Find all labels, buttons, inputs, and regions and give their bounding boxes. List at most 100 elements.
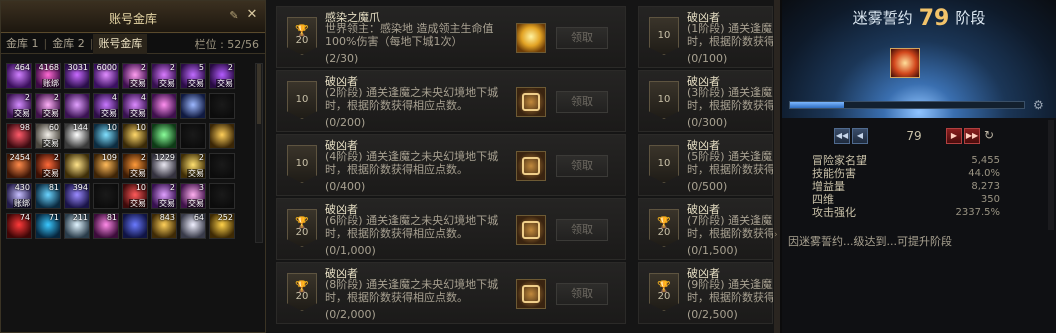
warehouse-item-slot[interactable] — [151, 123, 177, 149]
warehouse-item-slot[interactable] — [93, 183, 119, 209]
claim-button[interactable]: 领取 — [556, 219, 608, 241]
achievement-reward-icon[interactable] — [516, 151, 546, 181]
warehouse-item-slot[interactable]: 2454 — [6, 153, 32, 179]
warehouse-item-slot[interactable] — [209, 183, 235, 209]
achievement-points: 10 — [657, 158, 671, 169]
warehouse-item-slot[interactable]: 98 — [6, 123, 32, 149]
item-trade-tag: 交易 — [158, 79, 176, 88]
warehouse-item-slot[interactable] — [209, 123, 235, 149]
warehouse-item-slot[interactable]: 211 — [64, 213, 90, 239]
warehouse-item-slot[interactable]: 81 — [35, 183, 61, 209]
emblem-icon — [522, 221, 540, 239]
warehouse-item-slot[interactable]: 2 交易 — [35, 153, 61, 179]
achievement-row: 10 破凶者 (2阶段) 通关逢魔之未央幻境地下城时，根据阶数获得相应点数。 (0/2… — [276, 70, 626, 132]
item-count: 464 — [14, 63, 30, 72]
warehouse-item-slot[interactable]: 10 交易 — [122, 183, 148, 209]
warehouse-item-slot[interactable]: 144 — [64, 123, 90, 149]
tab-warehouse-2[interactable]: 金库 2 — [47, 34, 90, 54]
warehouse-item-slot[interactable]: 10 — [122, 123, 148, 149]
warehouse-item-slot[interactable]: 2 交易 — [122, 63, 148, 89]
achievement-reward-icon[interactable] — [516, 87, 546, 117]
item-count: 843 — [159, 213, 175, 222]
warehouse-item-slot[interactable]: 1229 — [151, 153, 177, 179]
warehouse-item-slot[interactable] — [180, 123, 206, 149]
warehouse-item-slot[interactable]: 4 交易 — [93, 93, 119, 119]
achievement-description: (9阶段) 通关逢魔之未央幻境地下城时，根据阶数获得相应点数。 — [687, 278, 773, 304]
claim-button[interactable]: 领取 — [556, 283, 608, 305]
warehouse-item-slot[interactable]: 464 — [6, 63, 32, 89]
warehouse-item-slot[interactable]: 2 交易 — [151, 183, 177, 209]
emblem-icon — [522, 157, 540, 175]
item-trade-tag: 账绑 — [42, 79, 60, 88]
achievement-reward-icon[interactable] — [516, 279, 546, 309]
item-count: 71 — [48, 213, 59, 222]
scrollbar-thumb[interactable] — [257, 64, 261, 124]
chevron-right-icon[interactable]: › — [774, 230, 780, 244]
warehouse-item-slot[interactable]: 71 — [35, 213, 61, 239]
slot-count: 栏位 : 52/56 — [194, 37, 259, 51]
warehouse-item-slot[interactable]: 430 账绑 — [6, 183, 32, 209]
warehouse-titlebar[interactable]: 账号金库 ✎ ✕ — [1, 1, 265, 33]
achievement-reward-icon[interactable] — [516, 215, 546, 245]
warehouse-item-slot[interactable] — [209, 93, 235, 119]
pact-title-prefix: 迷雾誓约 — [852, 9, 913, 27]
warehouse-item-slot[interactable]: 74 — [6, 213, 32, 239]
pact-stage-icon[interactable] — [890, 48, 920, 78]
tab-account-warehouse[interactable]: 账号金库 — [93, 33, 148, 54]
warehouse-scrollbar[interactable] — [255, 63, 263, 243]
next-stage-button[interactable]: ▶ — [946, 128, 962, 144]
prev-stage-button[interactable]: ◀ — [852, 128, 868, 144]
achievement-reward-icon[interactable] — [516, 23, 546, 53]
warehouse-item-slot[interactable] — [64, 93, 90, 119]
warehouse-item-slot[interactable] — [180, 93, 206, 119]
refresh-icon[interactable]: ↻ — [984, 128, 998, 142]
pin-icon[interactable]: ✎ — [227, 9, 241, 23]
camera-icon[interactable]: ⚙ — [1033, 98, 1049, 112]
tab-warehouse-1[interactable]: 金库 1 — [1, 34, 44, 54]
warehouse-item-slot[interactable] — [122, 213, 148, 239]
warehouse-item-slot[interactable] — [209, 153, 235, 179]
warehouse-item-slot[interactable]: 64 — [180, 213, 206, 239]
warehouse-item-slot[interactable]: 10 — [93, 123, 119, 149]
claim-button[interactable]: 领取 — [556, 27, 608, 49]
achievement-points: 10 — [657, 94, 671, 105]
warehouse-item-slot[interactable]: 4168 账绑 — [35, 63, 61, 89]
close-icon[interactable]: ✕ — [245, 8, 259, 22]
warehouse-item-slot[interactable]: 843 — [151, 213, 177, 239]
achievement-list-panel: 🏆 20 感染之魔爪 世界领主：感染地 造成领主生命值100%伤害（每地下城1次） (2… — [266, 0, 780, 333]
warehouse-item-slot[interactable]: 2 交易 — [209, 63, 235, 89]
warehouse-item-slot[interactable]: 2 交易 — [151, 63, 177, 89]
warehouse-item-slot[interactable]: 2 交易 — [35, 93, 61, 119]
warehouse-item-slot[interactable]: 60 交易 — [35, 123, 61, 149]
warehouse-item-slot[interactable]: 6000 — [93, 63, 119, 89]
warehouse-item-slot[interactable]: 2 交易 — [180, 153, 206, 179]
claim-button[interactable]: 领取 — [556, 91, 608, 113]
item-count: 2 — [169, 63, 175, 72]
warehouse-item-slot[interactable]: 81 — [93, 213, 119, 239]
first-stage-button[interactable]: ◀◀ — [834, 128, 850, 144]
pact-progress-fill — [790, 102, 844, 108]
item-count: 252 — [217, 213, 233, 222]
claim-button[interactable]: 领取 — [556, 155, 608, 177]
warehouse-item-slot[interactable] — [151, 93, 177, 119]
achievement-description: (1阶段) 通关逢魔之未央幻境地下城时，根据阶数获得相应点数。 — [687, 22, 773, 48]
warehouse-item-slot[interactable]: 2 交易 — [6, 93, 32, 119]
item-count: 5 — [198, 63, 204, 72]
warehouse-item-slot[interactable]: 3031 — [64, 63, 90, 89]
pact-scrollbar[interactable] — [1048, 120, 1054, 230]
warehouse-item-slot[interactable]: 3 交易 — [180, 183, 206, 209]
warehouse-item-slot[interactable]: 2 交易 — [122, 153, 148, 179]
warehouse-item-slot[interactable]: 252 — [209, 213, 235, 239]
warehouse-item-slot[interactable] — [64, 153, 90, 179]
achievement-progress: (0/1,500) — [687, 244, 738, 257]
warehouse-item-slot[interactable]: 109 — [93, 153, 119, 179]
achievement-points: 10 — [295, 158, 309, 169]
pact-stats-list: 冒险家名望 5,455 技能伤害 44.0% 增益量 8,273 四维 350 攻击强化 2337… — [812, 154, 1000, 219]
achievement-point-badge: 🏆 20 — [649, 273, 679, 311]
pact-stat-value: 44.0% — [968, 168, 1000, 179]
item-count: 2 — [227, 63, 233, 72]
warehouse-item-slot[interactable]: 5 交易 — [180, 63, 206, 89]
warehouse-item-slot[interactable]: 394 — [64, 183, 90, 209]
last-stage-button[interactable]: ▶▶ — [964, 128, 980, 144]
warehouse-item-slot[interactable]: 4 交易 — [122, 93, 148, 119]
